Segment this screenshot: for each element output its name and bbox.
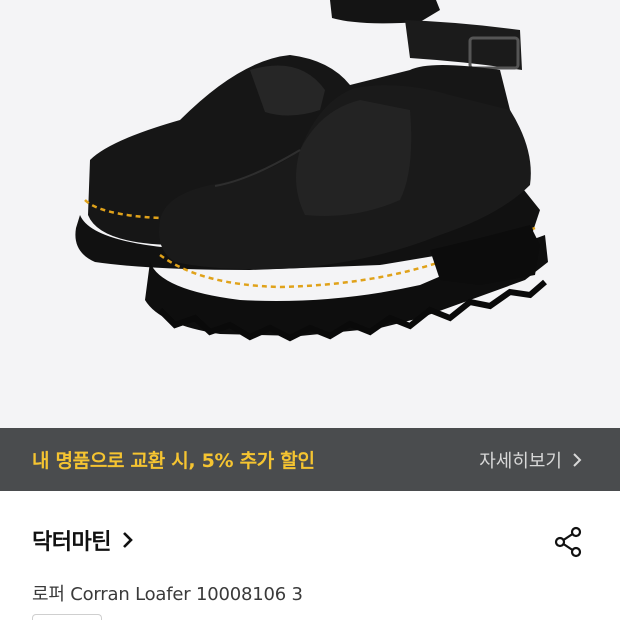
promo-text: 내 명품으로 교환 시, 5% 추가 할인 — [32, 450, 315, 472]
promo-link-label: 자세히보기 — [479, 450, 562, 472]
loafer-shoes-illustration — [75, 0, 548, 342]
product-image[interactable] — [0, 0, 620, 428]
promo-details-link[interactable]: 자세히보기 — [479, 447, 584, 473]
product-name: 로퍼 Corran Loafer 10008106 3 — [32, 584, 303, 605]
brand-link[interactable]: 닥터마틴 — [32, 524, 135, 556]
share-icon — [554, 526, 582, 558]
chevron-right-icon — [121, 529, 135, 551]
promo-banner[interactable]: 내 명품으로 교환 시, 5% 추가 할인 자세히보기 — [0, 428, 620, 491]
product-info: 닥터마틴 로퍼 Corran Loafer 10008106 3 — [0, 491, 620, 620]
share-button[interactable] — [552, 525, 586, 559]
chevron-right-icon — [570, 451, 584, 469]
brand-name: 닥터마틴 — [32, 530, 111, 555]
product-tag — [32, 614, 102, 620]
